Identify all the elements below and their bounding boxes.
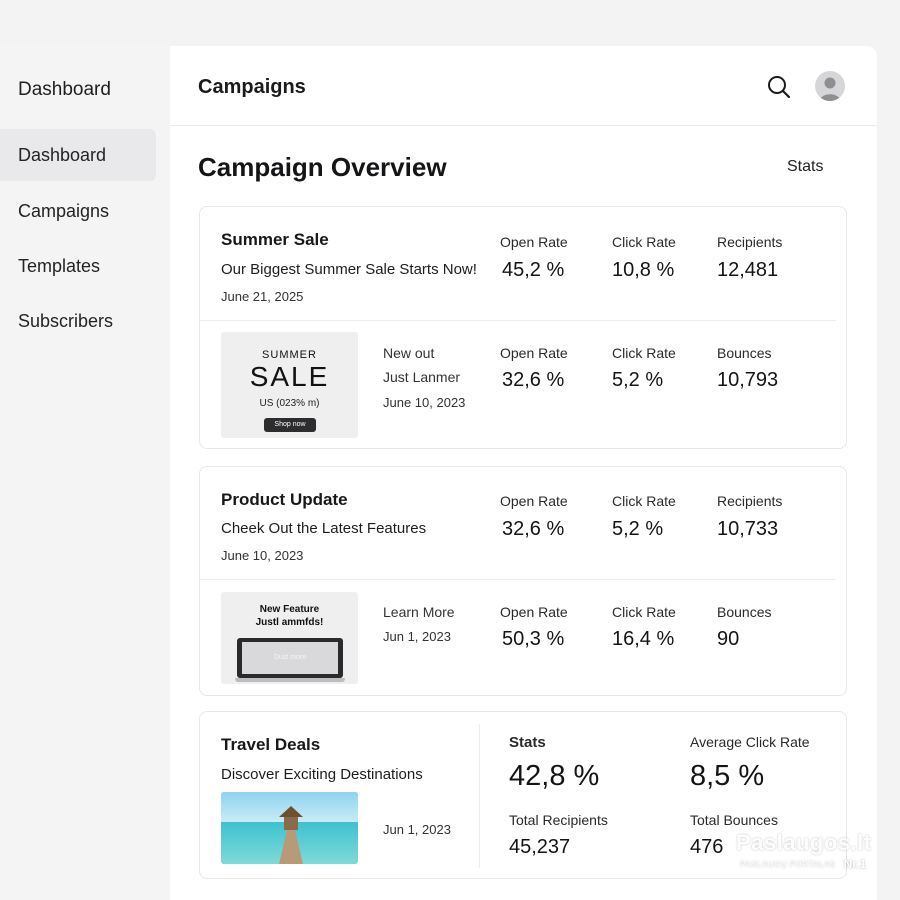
- avatar[interactable]: [815, 71, 845, 101]
- stats-value: 42,8 %: [509, 760, 600, 792]
- search-button[interactable]: [766, 74, 792, 100]
- avg-click-label: Average Click Rate: [690, 734, 810, 750]
- thumb-line: SALE: [249, 361, 330, 392]
- laptop-illustration: Dust more: [235, 638, 345, 684]
- sidebar-item-label: Subscribers: [18, 310, 114, 331]
- watermark-badge: Nr.1: [843, 857, 867, 871]
- total-recipients-value: 45,237: [509, 836, 571, 858]
- metric-label: Bounces: [717, 345, 772, 361]
- summer-sale-thumbnail[interactable]: SUMMER SALE US (023% m) Shop now: [221, 332, 358, 438]
- sidebar-item-label: Dashboard: [18, 144, 107, 165]
- sidebar-item-templates[interactable]: Templates: [0, 240, 156, 292]
- main-panel: Campaigns Campaign Overview Stats Summer…: [170, 46, 877, 900]
- metric-value: 5,2 %: [612, 369, 664, 391]
- campaign-subtitle: Our Biggest Summer Sale Starts Now!: [221, 261, 477, 278]
- laptop-screen-text: Dust more: [242, 642, 338, 674]
- metric-label: Click Rate: [612, 493, 676, 509]
- metric-label: Bounces: [717, 604, 772, 620]
- overview-title: Campaign Overview: [198, 152, 447, 182]
- total-recipients-label: Total Recipients: [509, 812, 608, 828]
- row-divider: [200, 579, 836, 580]
- avg-click-value: 8,5 %: [690, 760, 765, 792]
- metric-value: 16,4 %: [612, 628, 675, 650]
- sub-line: Learn More: [383, 604, 455, 620]
- stats-label: Stats: [509, 734, 546, 751]
- sidebar-item-subscribers[interactable]: Subscribers: [0, 295, 156, 347]
- campaign-card-product-update[interactable]: Product Update Cheek Out the Latest Feat…: [199, 466, 847, 696]
- product-update-thumbnail[interactable]: New Feature Justl ammfds! Dust more: [221, 592, 358, 684]
- watermark-logo: Paslaugos.lt PASLAUGŲ PORTALAS Nr.1: [736, 830, 872, 871]
- sidebar-app-title: Dashboard: [18, 79, 111, 100]
- campaign-title: Summer Sale: [221, 230, 329, 249]
- campaign-date: Jun 1, 2023: [383, 822, 451, 837]
- metric-label: Open Rate: [500, 604, 568, 620]
- search-icon: [768, 76, 791, 99]
- metric-label: Click Rate: [612, 604, 676, 620]
- metric-value: 32,6 %: [502, 369, 565, 391]
- metric-value: 10,793: [717, 369, 779, 391]
- metric-value: 10,733: [717, 518, 779, 540]
- metric-label: Recipients: [717, 493, 783, 509]
- user-avatar-icon: [820, 77, 840, 101]
- metric-value: 45,2 %: [502, 259, 565, 281]
- travel-deals-thumbnail[interactable]: [221, 792, 358, 864]
- stats-link[interactable]: Stats: [787, 158, 823, 176]
- metric-value: 90: [717, 628, 740, 650]
- campaign-title: Travel Deals: [221, 735, 321, 754]
- thumb-line: Justl ammfds!: [255, 617, 324, 628]
- campaign-date: June 10, 2023: [221, 548, 304, 563]
- metric-label: Click Rate: [612, 234, 676, 250]
- total-bounces-value: 476: [690, 836, 724, 858]
- thumb-line: SUMMER: [262, 349, 317, 361]
- thumb-shop-button: Shop now: [264, 418, 316, 432]
- sidebar-item-dashboard[interactable]: Dashboard: [0, 129, 156, 181]
- campaign-subtitle: Cheek Out the Latest Features: [221, 520, 427, 537]
- campaign-subtitle: Discover Exciting Destinations: [221, 766, 423, 783]
- thumb-line: New Feature: [259, 604, 320, 615]
- sidebar-item-label: Campaigns: [18, 200, 110, 221]
- watermark-brand: Paslaugos.lt: [736, 830, 872, 855]
- metric-label: Open Rate: [500, 234, 568, 250]
- campaign-date: June 21, 2025: [221, 289, 304, 304]
- beach-pier-image: [221, 792, 358, 864]
- watermark-tagline: PASLAUGŲ PORTALAS: [736, 857, 840, 871]
- metric-value: 32,6 %: [502, 518, 565, 540]
- metric-label: Open Rate: [500, 345, 568, 361]
- row-divider: [200, 320, 836, 321]
- metric-value: 5,2 %: [612, 518, 664, 540]
- top-bar: Campaigns: [170, 46, 877, 126]
- total-bounces-label: Total Bounces: [690, 812, 778, 828]
- campaign-title: Product Update: [221, 490, 348, 509]
- metric-value: 50,3 %: [502, 628, 565, 650]
- sub-line: New out: [383, 345, 435, 361]
- sub-date: June 10, 2023: [383, 395, 466, 410]
- sidebar: Dashboard Dashboard Campaigns Templates …: [0, 46, 170, 900]
- sub-date: Jun 1, 2023: [383, 629, 451, 644]
- sidebar-item-campaigns[interactable]: Campaigns: [0, 185, 156, 237]
- page-header-title: Campaigns: [198, 76, 306, 98]
- sub-line: Just Lanmer: [383, 369, 461, 385]
- laptop-base: [235, 678, 345, 682]
- campaign-card-summer-sale[interactable]: Summer Sale Our Biggest Summer Sale Star…: [199, 206, 847, 449]
- metric-label: Click Rate: [612, 345, 676, 361]
- thumb-line: US (023% m): [259, 398, 320, 409]
- column-divider: [479, 724, 480, 868]
- sidebar-item-label: Templates: [18, 255, 101, 276]
- metric-label: Open Rate: [500, 493, 568, 509]
- laptop-screen: Dust more: [237, 638, 343, 678]
- metric-value: 10,8 %: [612, 259, 675, 281]
- metric-value: 12,481: [717, 259, 779, 281]
- metric-label: Recipients: [717, 234, 783, 250]
